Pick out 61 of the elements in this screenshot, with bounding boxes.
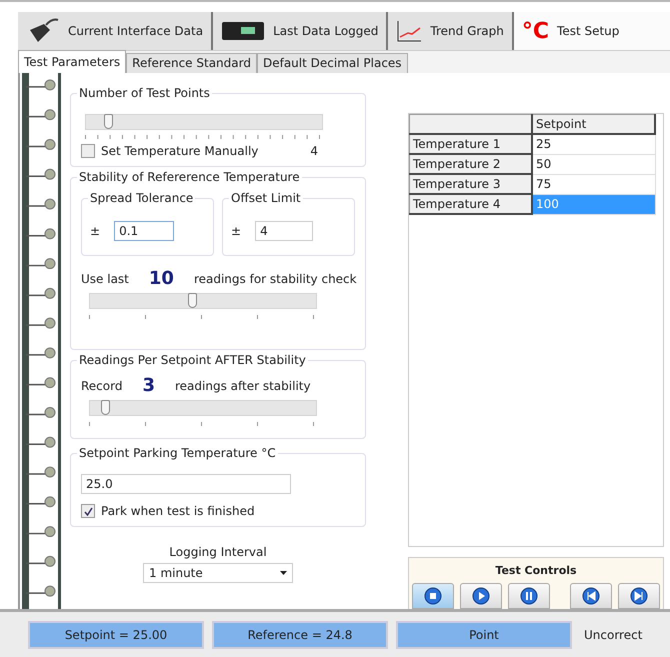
checkbox-label: Set Temperature Manually (101, 144, 258, 158)
slider-label: readings for stability check (194, 272, 357, 286)
group-title: Number of Test Points (77, 86, 212, 100)
checkbox-label: Park when test is finished (101, 504, 255, 518)
group-title: Offset Limit (229, 191, 303, 205)
caret-icon (280, 571, 287, 575)
group-title: Spread Tolerance (88, 191, 196, 205)
data-logger-icon (221, 20, 266, 42)
status-field: Setpoint = 25.00 (28, 620, 204, 648)
control-button[interactable] (508, 583, 550, 609)
slider[interactable] (89, 400, 317, 416)
group-title: Stability of Refererence Temperature (77, 170, 302, 184)
play-icon (472, 587, 490, 605)
reading-count: 3 (142, 375, 155, 396)
toolbar-tab[interactable]: Current Interface Data (18, 12, 214, 50)
tab[interactable]: Default Decimal Places (256, 53, 408, 73)
panel-title: Test Controls (495, 564, 577, 577)
plus-minus-sign: ± (90, 224, 100, 238)
group-title: Setpoint Parking Temperature °C (77, 446, 278, 460)
input-field[interactable]: 0.1 (114, 221, 174, 241)
skip-forward-icon (630, 587, 648, 605)
checkbox[interactable] (81, 504, 95, 518)
plus-minus-sign: ± (231, 224, 242, 238)
row-header: Temperature 2 (410, 154, 532, 174)
toolbar-tab[interactable]: °C Test Setup (514, 12, 670, 50)
table-cell[interactable]: 25 (532, 134, 655, 154)
tab[interactable]: Test Parameters (18, 50, 126, 73)
field-label: Logging Interval (169, 545, 267, 559)
point-count: 4 (310, 144, 318, 158)
dropdown[interactable]: 1 minute (143, 563, 293, 583)
line-graph-icon (396, 19, 422, 43)
status-field: Reference = 24.8 (212, 620, 388, 648)
control-button[interactable] (570, 583, 612, 609)
slider-label: Use last (81, 272, 129, 286)
tab[interactable]: Reference Standard (126, 53, 257, 73)
row-header: Temperature 1 (410, 134, 532, 154)
slider-label: Record (81, 378, 122, 392)
control-button[interactable] (460, 583, 502, 609)
toolbar-tab[interactable]: Trend Graph (388, 12, 514, 50)
row-header: Temperature 3 (410, 174, 532, 194)
input-field[interactable]: 4 (255, 221, 314, 241)
slider[interactable] (89, 293, 317, 309)
reading-count: 10 (148, 268, 174, 289)
stop-icon (424, 587, 442, 605)
row-header: Temperature 4 (410, 194, 532, 214)
group-title: Readings Per Setpoint AFTER Stability (77, 353, 308, 367)
checkbox[interactable] (81, 144, 95, 158)
table-cell[interactable]: 50 (532, 154, 655, 174)
status-field: Point (396, 620, 572, 648)
slider-label: readings after stability (175, 378, 311, 392)
input-field[interactable]: 25.0 (81, 474, 291, 494)
toolbar-tab[interactable]: Last Data Logged (213, 12, 388, 50)
slider[interactable] (85, 114, 323, 130)
control-button[interactable] (618, 583, 660, 609)
skip-back-icon (582, 587, 600, 605)
column-header: Setpoint (532, 114, 655, 134)
control-button[interactable] (412, 583, 454, 609)
celsius-symbol: °C (522, 18, 550, 44)
pause-icon (520, 587, 538, 605)
table-cell[interactable]: 75 (532, 174, 655, 194)
status-text: Uncorrect (584, 628, 642, 642)
